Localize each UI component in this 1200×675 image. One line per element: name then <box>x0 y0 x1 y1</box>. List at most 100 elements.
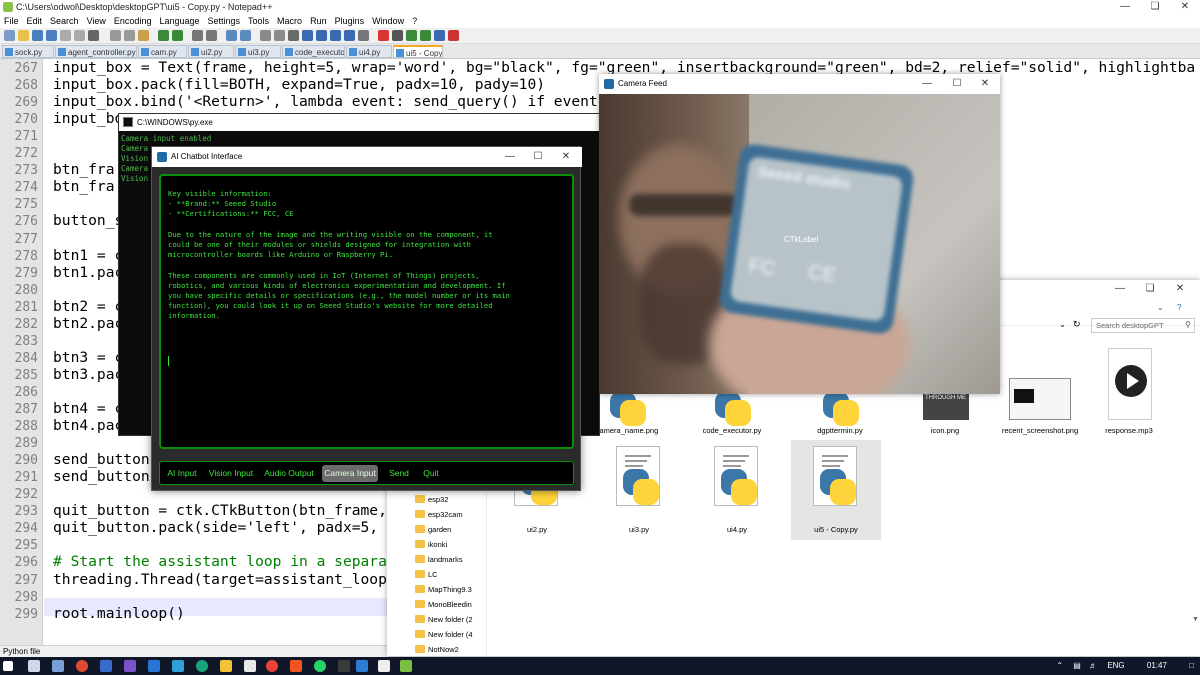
camera-input-button[interactable]: Camera Input <box>322 465 378 482</box>
chrome-icon[interactable] <box>266 660 278 672</box>
tab-sock[interactable]: sock.py <box>2 45 54 58</box>
whatsapp-icon[interactable] <box>314 660 326 672</box>
app-icon[interactable] <box>100 660 112 672</box>
nav-folder-item[interactable]: MonoBleedin <box>415 597 472 612</box>
nav-folder-item[interactable]: MapThing9.3 <box>415 582 472 597</box>
sync-scroll-icon[interactable] <box>260 30 271 41</box>
nav-folder-item[interactable]: ikonki <box>415 537 447 552</box>
ai-input-button[interactable]: AI Input <box>164 465 200 482</box>
python-file-item[interactable]: ui5 - Copy.py <box>791 440 881 540</box>
tab-ui3[interactable]: ui3.py <box>235 45 281 58</box>
word-wrap-icon[interactable] <box>274 30 285 41</box>
record-macro-icon[interactable] <box>378 30 389 41</box>
opera-icon[interactable] <box>76 660 88 672</box>
folder-workspace-icon[interactable] <box>344 30 355 41</box>
tab-ui2[interactable]: ui2.py <box>188 45 234 58</box>
maximize-icon[interactable]: ☐ <box>942 77 972 91</box>
run-macro-multiple-icon[interactable] <box>420 30 431 41</box>
tab-ui4[interactable]: ui4.py <box>346 45 392 58</box>
nav-folder-item[interactable]: esp32 <box>415 492 448 507</box>
cut-icon[interactable] <box>110 30 121 41</box>
play-macro-icon[interactable] <box>406 30 417 41</box>
paste-icon[interactable] <box>138 30 149 41</box>
close-icon[interactable]: ✕ <box>1170 0 1200 14</box>
task-view-icon[interactable] <box>52 660 64 672</box>
volume-icon[interactable]: ♬ <box>1089 657 1097 675</box>
chevron-up-icon[interactable]: ⌃ <box>1056 657 1063 675</box>
minimize-icon[interactable]: — <box>912 77 942 91</box>
redo-icon[interactable] <box>172 30 183 41</box>
python-file-item[interactable]: ui4.py <box>692 440 782 540</box>
file-explorer-icon[interactable] <box>220 660 232 672</box>
minimize-icon[interactable]: — <box>1105 282 1135 296</box>
nav-folder-item[interactable]: garden <box>415 522 451 537</box>
menu-help[interactable]: ? <box>408 14 421 28</box>
app-icon[interactable] <box>378 660 390 672</box>
close-icon[interactable]: ✕ <box>551 150 581 164</box>
tab-code-executor[interactable]: code_executor.py <box>282 45 345 58</box>
copy-icon[interactable] <box>124 30 135 41</box>
vision-input-button[interactable]: Vision Input <box>206 465 256 482</box>
app-icon[interactable] <box>148 660 160 672</box>
doc-map-icon[interactable] <box>316 30 327 41</box>
help-icon[interactable]: ? <box>1177 303 1181 312</box>
menu-file[interactable]: File <box>0 14 23 28</box>
scrollbar-down-arrow-icon[interactable]: ▼ <box>1192 616 1199 623</box>
save-macro-icon[interactable] <box>434 30 445 41</box>
close-icon[interactable]: ✕ <box>970 77 1000 91</box>
menu-window[interactable]: Window <box>368 14 408 28</box>
app-icon[interactable] <box>244 660 256 672</box>
app-icon[interactable] <box>356 660 368 672</box>
app-icon[interactable] <box>338 660 350 672</box>
menu-settings[interactable]: Settings <box>204 14 245 28</box>
refresh-icon[interactable]: ↻ <box>1073 319 1081 330</box>
zoom-in-icon[interactable] <box>226 30 237 41</box>
menu-language[interactable]: Language <box>155 14 203 28</box>
nav-folder-item[interactable]: NotNow2 <box>415 642 459 657</box>
nav-folder-item[interactable]: New folder (2 <box>415 612 473 627</box>
save-icon[interactable] <box>32 30 43 41</box>
new-file-icon[interactable] <box>4 30 15 41</box>
close-file-icon[interactable] <box>60 30 71 41</box>
menu-view[interactable]: View <box>83 14 110 28</box>
menu-encoding[interactable]: Encoding <box>110 14 156 28</box>
app-icon[interactable] <box>124 660 136 672</box>
chat-output-textbox[interactable]: Key visible information: - **Brand:** See… <box>159 174 574 449</box>
language-indicator[interactable]: ENG <box>1107 657 1124 675</box>
file-item[interactable]: response.mp3 <box>1084 348 1174 440</box>
zoom-out-icon[interactable] <box>240 30 251 41</box>
find-icon[interactable] <box>192 30 203 41</box>
menu-plugins[interactable]: Plugins <box>331 14 369 28</box>
indent-guide-icon[interactable] <box>302 30 313 41</box>
menu-edit[interactable]: Edit <box>23 14 47 28</box>
network-icon[interactable]: ▤ <box>1073 657 1081 675</box>
send-button[interactable]: Send <box>386 465 412 482</box>
close-all-icon[interactable] <box>74 30 85 41</box>
close-icon[interactable]: ✕ <box>1165 282 1195 296</box>
nav-folder-item[interactable]: esp32cam <box>415 507 463 522</box>
tab-ui5-copy[interactable]: ui5 - Copy.py <box>393 45 443 58</box>
menu-macro[interactable]: Macro <box>273 14 306 28</box>
search-icon[interactable] <box>28 660 40 672</box>
notepadpp-taskbar-icon[interactable] <box>400 660 412 672</box>
show-all-chars-icon[interactable] <box>288 30 299 41</box>
tab-cam[interactable]: cam.py <box>138 45 187 58</box>
nav-folder-item[interactable]: landmarks <box>415 552 463 567</box>
notification-icon[interactable]: □ <box>1189 657 1194 675</box>
save-all-icon[interactable] <box>46 30 57 41</box>
minimize-icon[interactable]: — <box>495 150 525 164</box>
open-file-icon[interactable] <box>18 30 29 41</box>
file-item[interactable]: recent_screenshot.png <box>995 350 1085 440</box>
audio-output-button[interactable]: Audio Output <box>263 465 315 482</box>
dropdown-arrow-icon[interactable]: ⌄ <box>1059 320 1066 329</box>
function-list-icon[interactable] <box>330 30 341 41</box>
minimize-icon[interactable]: — <box>1110 0 1140 14</box>
menu-tools[interactable]: Tools <box>244 14 273 28</box>
maximize-icon[interactable]: ☐ <box>523 150 553 164</box>
chevron-down-icon[interactable]: ⌄ <box>1157 303 1164 312</box>
spellcheck-icon[interactable] <box>448 30 459 41</box>
tab-agent-controller[interactable]: agent_controller.py <box>55 45 137 58</box>
stop-macro-icon[interactable] <box>392 30 403 41</box>
search-input[interactable]: Search desktopGPT <box>1091 318 1195 333</box>
edge-icon[interactable] <box>196 660 208 672</box>
